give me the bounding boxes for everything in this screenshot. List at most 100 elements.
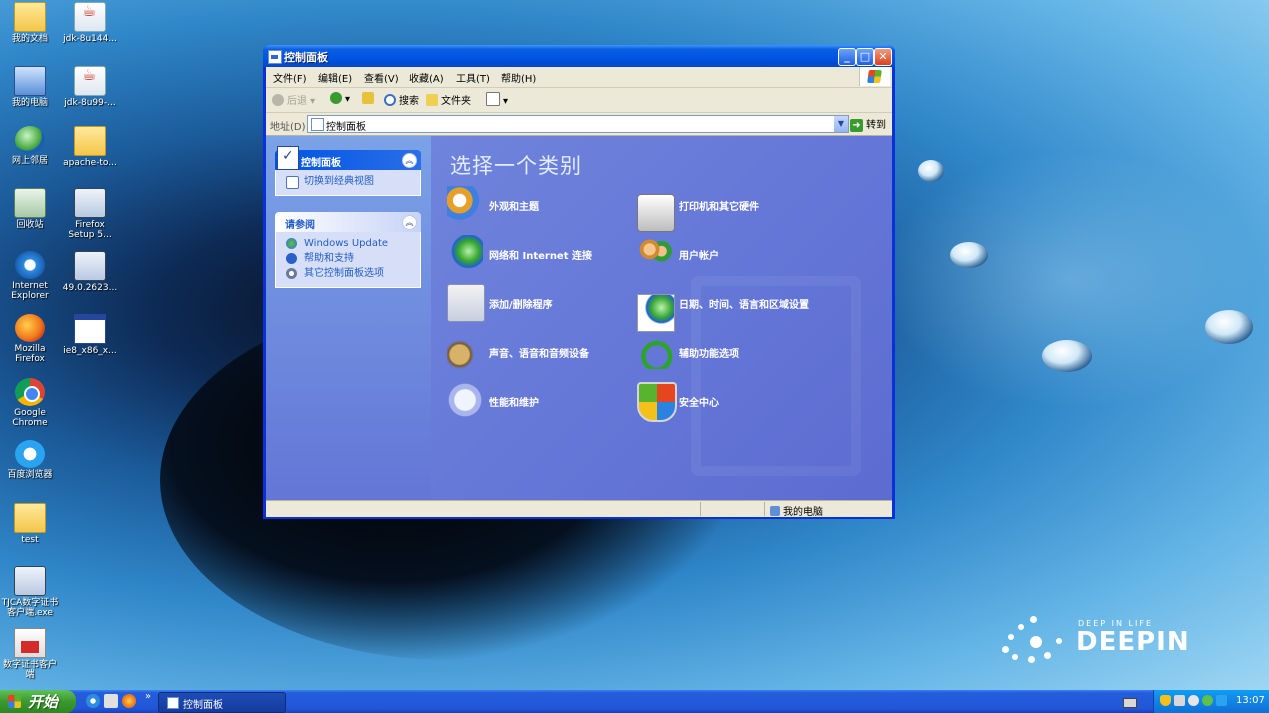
desktop-icon-jdk-8u99[interactable]: jdk-8u99-... (61, 66, 119, 108)
deepin-mark-icon (1000, 614, 1066, 666)
address-input[interactable]: 控制面板 ▼ (307, 115, 849, 133)
collapse-chevron-icon[interactable]: ︽ (402, 215, 417, 230)
keyboard-icon[interactable] (1123, 698, 1137, 708)
panel-header[interactable]: 控制面板 ︽ (275, 146, 421, 170)
quicklaunch-ie-icon[interactable] (86, 694, 100, 708)
desktop-icon-apache-tomcat[interactable]: apache-to... (61, 126, 119, 168)
menu-edit[interactable]: 编辑(E) (318, 70, 352, 85)
up-folder-button[interactable] (362, 92, 377, 105)
back-button[interactable]: 后退 ▾ (272, 92, 315, 107)
printer-hardware-icon (637, 194, 675, 232)
network-icon (15, 126, 45, 154)
category-view: 选择一个类别 外观和主题 网络和 Internet 连接 添加/删除程序 声音、… (431, 136, 892, 505)
menu-favorites[interactable]: 收藏(A) (409, 70, 444, 85)
menu-view[interactable]: 查看(V) (364, 70, 399, 85)
forward-button[interactable]: ▾ (330, 92, 350, 105)
status-bar: 我的电脑 (266, 500, 892, 518)
see-also-panel: 请参阅 ︽ Windows Update 帮助和支持 其它控制面板选项 (275, 212, 421, 288)
menu-help[interactable]: 帮助(H) (501, 70, 536, 85)
address-bar: 地址(D) 控制面板 ▼ ➜ 转到 (266, 113, 892, 136)
desktop-icon-internet-explorer[interactable]: Internet Explorer (1, 251, 59, 301)
security-shield-icon[interactable] (1160, 695, 1171, 706)
deepin-name: DEEPIN (1076, 627, 1190, 657)
go-arrow-icon: ➜ (850, 119, 863, 132)
windows-update-link[interactable]: Windows Update (286, 236, 420, 251)
minimize-button[interactable]: _ (838, 48, 856, 66)
task-pane: 控制面板 ︽ 切换到经典视图 请参阅 ︽ (266, 136, 431, 505)
menu-file[interactable]: 文件(F) (273, 70, 307, 85)
recycle-bin-icon (14, 188, 46, 218)
quicklaunch-firefox-icon[interactable] (122, 694, 136, 708)
water-drop (950, 242, 988, 268)
desktop-icon-cert-client[interactable]: 数字证书客户端 (1, 628, 59, 680)
network-connection-icon[interactable] (1174, 695, 1185, 706)
control-panel-window[interactable]: 控制面板 _ □ ✕ 文件(F) 编辑(E) 查看(V) 收藏(A) 工具(T)… (263, 45, 895, 519)
java-installer-icon (74, 2, 106, 32)
cert-icon (14, 628, 46, 658)
system-tray: 13:07 (1153, 690, 1269, 713)
up-folder-icon (362, 92, 374, 104)
windows-logo-icon (8, 695, 21, 708)
desktop-icon-49-installer[interactable]: 49.0.2623... (61, 251, 119, 293)
toolbar: 后退 ▾ ▾ 搜索 文件夹 ▾ (266, 88, 892, 113)
panel-header[interactable]: 请参阅 ︽ (275, 212, 421, 232)
desktop-icon-my-computer[interactable]: 我的电脑 (1, 66, 59, 108)
menu-tools[interactable]: 工具(T) (456, 70, 490, 85)
internet-explorer-icon (15, 251, 45, 279)
security-center-icon (637, 382, 677, 422)
quicklaunch-more-chevron-icon[interactable]: » (145, 691, 151, 702)
address-dropdown-button[interactable]: ▼ (834, 116, 848, 132)
desktop-icon-test-folder[interactable]: test (1, 503, 59, 545)
volume-icon[interactable] (1188, 695, 1199, 706)
water-drop (918, 160, 944, 182)
folders-button[interactable]: 文件夹 (426, 92, 471, 107)
control-panel-checklist-icon (277, 146, 299, 170)
bluetooth-icon[interactable] (1216, 695, 1227, 706)
views-button[interactable]: ▾ (486, 92, 508, 107)
chrome-icon (15, 378, 45, 406)
status-separator (764, 502, 765, 516)
java-installer-icon (74, 66, 106, 96)
panel-title: 请参阅 (285, 220, 315, 231)
status-separator (700, 502, 701, 516)
clock[interactable]: 13:07 (1236, 695, 1265, 706)
desktop-icon-my-documents[interactable]: 我的文档 (1, 2, 59, 44)
other-options-link[interactable]: 其它控制面板选项 (286, 266, 420, 281)
windows-update-icon (286, 238, 297, 249)
desktop-icon-baidu-browser[interactable]: 百度浏览器 (1, 440, 59, 480)
search-button[interactable]: 搜索 (384, 92, 419, 107)
taskbar-button-control-panel[interactable]: 控制面板 (158, 692, 286, 713)
desktop-icon-firefox[interactable]: Mozilla Firefox (1, 314, 59, 364)
desktop-icon-recycle-bin[interactable]: 回收站 (1, 188, 59, 230)
switch-classic-view-link[interactable]: 切换到经典视图 (286, 174, 420, 189)
collapse-chevron-icon[interactable]: ︽ (402, 153, 417, 168)
desktop-icon-chrome[interactable]: Google Chrome (1, 378, 59, 428)
desktop-icon-jdk-8u144[interactable]: jdk-8u144... (61, 2, 119, 44)
close-button[interactable]: ✕ (874, 48, 892, 66)
go-button[interactable]: ➜ 转到 (850, 116, 886, 132)
quicklaunch-desktop-icon[interactable] (104, 694, 118, 708)
help-support-link[interactable]: 帮助和支持 (286, 251, 420, 266)
folder-shortcut-icon (74, 126, 106, 156)
desktop-icon-network[interactable]: 网上邻居 (1, 126, 59, 166)
title-bar[interactable]: 控制面板 _ □ ✕ (263, 45, 895, 67)
folder-icon (14, 503, 46, 533)
window-app-icon (74, 314, 106, 344)
computer-icon (14, 66, 46, 96)
views-icon (486, 92, 500, 106)
deepin-logo: DEEP IN LIFE DEEPIN (998, 612, 1198, 672)
address-value: 控制面板 (326, 122, 366, 133)
control-panel-icon (311, 118, 324, 131)
add-remove-programs-icon (447, 284, 485, 322)
baidu-browser-icon (15, 440, 45, 468)
update-icon[interactable] (1202, 695, 1213, 706)
desktop-icon-tjca-client[interactable]: TJCA数字证书客户端.exe (1, 566, 59, 618)
sound-audio-icon (447, 333, 483, 369)
classic-view-icon (286, 176, 299, 189)
maximize-button[interactable]: □ (856, 48, 874, 66)
start-button[interactable]: 开始 (0, 690, 76, 713)
control-panel-icon (167, 697, 179, 709)
desktop-icon-ie8-installer[interactable]: ie8_x86_x... (61, 314, 119, 356)
accessibility-icon (637, 333, 673, 369)
desktop-icon-firefox-setup[interactable]: Firefox Setup 5... (61, 188, 119, 240)
